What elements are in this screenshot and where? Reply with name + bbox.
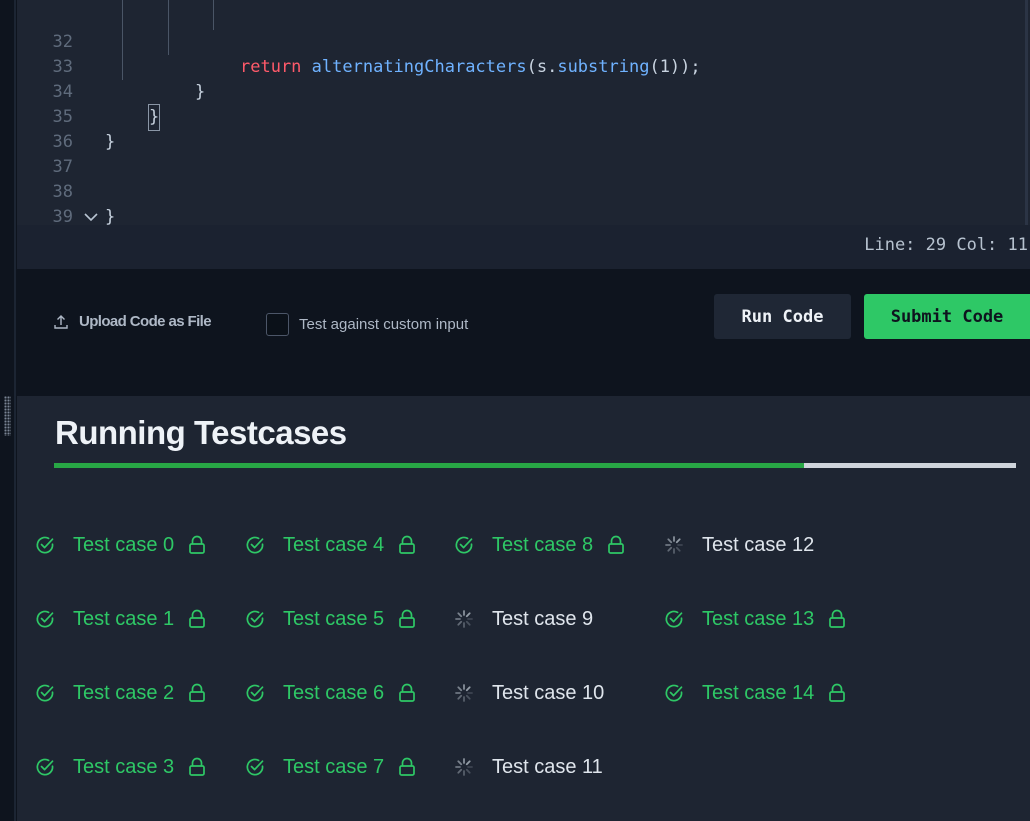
progress-fill (54, 463, 805, 468)
spinner-icon (455, 610, 473, 628)
check-circle-icon (246, 536, 264, 554)
testcase-item[interactable]: Test case 11 (454, 752, 603, 782)
testcase-item[interactable]: Test case 10 (454, 678, 604, 708)
lock-icon (829, 609, 846, 628)
testcase-label: Test case 11 (492, 755, 603, 778)
code-editor[interactable]: 32 return alternatingCharacters(s.substr… (17, 0, 1030, 269)
code-area[interactable]: 32 return alternatingCharacters(s.substr… (17, 0, 1023, 225)
testcase-label: Test case 10 (492, 681, 605, 704)
run-code-button[interactable]: Run Code (714, 294, 851, 339)
panel-divider (14, 0, 16, 821)
testcase-label: Test case 4 (283, 533, 385, 556)
editor-scrollbar[interactable] (1025, 0, 1028, 225)
testcase-label: Test case 5 (283, 607, 385, 630)
lock-icon (189, 609, 206, 628)
testcase-label: Test case 13 (702, 607, 815, 630)
code-line: 34 } (17, 55, 1023, 131)
testcase-item[interactable]: Test case 1 (35, 604, 206, 634)
check-circle-icon (665, 610, 683, 628)
lock-icon (399, 757, 416, 776)
testcase-item[interactable]: Test case 0 (35, 530, 206, 560)
lock-icon (399, 683, 416, 702)
lock-icon (189, 757, 206, 776)
spinner-icon (665, 536, 683, 554)
testcase-label: Test case 12 (702, 533, 815, 556)
check-circle-icon (246, 758, 264, 776)
testcase-item[interactable]: Test case 3 (35, 752, 206, 782)
testcase-label: Test case 3 (73, 755, 175, 778)
custom-input-label: Test against custom input (299, 316, 469, 333)
check-circle-icon (36, 610, 54, 628)
lock-icon (829, 683, 846, 702)
check-circle-icon (36, 684, 54, 702)
code-line: 35 } (17, 80, 1023, 152)
code-line: 40 public class Solution { (17, 205, 1023, 225)
code-line: 37 (17, 130, 1023, 177)
editor-actions: Upload Code as File Test against custom … (17, 269, 1030, 396)
code-line: 33 } (17, 30, 1023, 102)
check-circle-icon (36, 536, 54, 554)
testcase-item[interactable]: Test case 12 (664, 530, 814, 560)
results-panel: Running Testcases Test case 0 Test case 1… (17, 396, 1030, 821)
check-circle-icon (36, 758, 54, 776)
spinner-icon (455, 684, 473, 702)
check-circle-icon (246, 684, 264, 702)
testcase-item[interactable]: Test case 9 (454, 604, 593, 634)
lock-icon (189, 535, 206, 554)
testcase-label: Test case 7 (283, 755, 385, 778)
check-circle-icon (665, 684, 683, 702)
testcase-label: Test case 14 (702, 681, 815, 704)
testcase-item[interactable]: Test case 8 (454, 530, 625, 560)
check-circle-icon (455, 536, 473, 554)
testcase-label: Test case 6 (283, 681, 385, 704)
testcase-label: Test case 8 (492, 533, 594, 556)
check-circle-icon (246, 610, 264, 628)
lock-icon (189, 683, 206, 702)
lock-icon (399, 609, 416, 628)
custom-input-toggle[interactable]: Test against custom input (266, 313, 468, 336)
custom-input-checkbox[interactable] (266, 313, 289, 336)
testcase-item[interactable]: Test case 7 (245, 752, 416, 782)
testcase-item[interactable]: Test case 4 (245, 530, 416, 560)
upload-code-button[interactable]: Upload Code as File (53, 313, 212, 330)
code-line: 36 (17, 105, 1023, 152)
testcase-label: Test case 2 (73, 681, 175, 704)
code-line: 32 return alternatingCharacters(s.substr… (17, 5, 1023, 77)
code-line: 39 (17, 180, 1023, 225)
left-panel-edge (0, 0, 17, 821)
testcase-label: Test case 0 (73, 533, 175, 556)
testcase-label: Test case 1 (73, 607, 175, 630)
lock-icon (399, 535, 416, 554)
cursor-position: Line: 29 Col: 11 (864, 235, 1028, 255)
chevron-down-icon[interactable] (83, 211, 99, 223)
progress-bar (54, 463, 1016, 468)
panel-resize-handle[interactable] (4, 396, 11, 436)
testcase-item[interactable]: Test case 13 (664, 604, 846, 634)
testcase-item[interactable]: Test case 6 (245, 678, 416, 708)
testcase-item[interactable]: Test case 5 (245, 604, 416, 634)
submit-code-button[interactable]: Submit Code (864, 294, 1030, 339)
code-line: 38 } (17, 155, 1023, 225)
testcase-item[interactable]: Test case 14 (664, 678, 846, 708)
editor-status-bar: Line: 29 Col: 11 (17, 225, 1030, 269)
testcase-item[interactable]: Test case 2 (35, 678, 206, 708)
lock-icon (608, 535, 625, 554)
spinner-icon (455, 758, 473, 776)
upload-icon (54, 314, 68, 329)
testcase-label: Test case 9 (492, 607, 594, 630)
results-title: Running Testcases (55, 414, 347, 451)
upload-label: Upload Code as File (79, 313, 212, 330)
